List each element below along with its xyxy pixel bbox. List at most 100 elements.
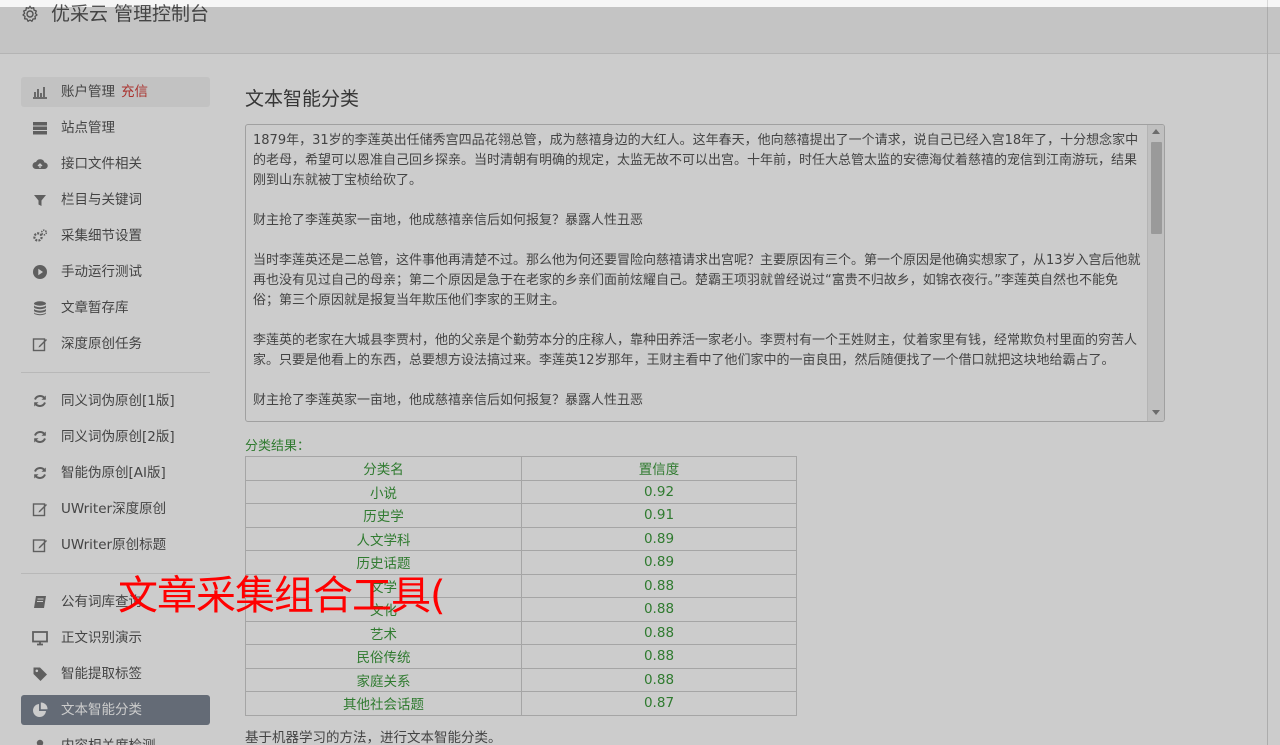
article-paragraph: 李莲英的老家在大城县李贾村，他的父亲是个勤劳本分的庄稼人，靠种田养活一家老小。李… — [253, 333, 1138, 368]
sidebar-item-label: 手动运行测试 — [61, 264, 142, 280]
category-cell: 其他社会话题 — [245, 691, 522, 716]
sidebar-item-deep-original[interactable]: 深度原创任务 — [21, 329, 210, 359]
sidebar-item-manual-run[interactable]: 手动运行测试 — [21, 257, 210, 287]
tag-icon — [33, 667, 47, 681]
bar-chart-icon — [33, 87, 47, 99]
category-cell: 历史学 — [245, 503, 522, 528]
refresh-icon — [34, 431, 46, 443]
gear-icon[interactable] — [20, 4, 40, 24]
sidebar-item-label: 智能伪原创[AI版] — [61, 465, 166, 481]
table-row: 历史学 0.91 — [245, 503, 797, 528]
sidebar-item-interface-files[interactable]: 接口文件相关 — [21, 149, 210, 179]
confidence-cell: 0.87 — [521, 691, 797, 716]
sidebar-item-uwriter-deep[interactable]: UWriter深度原创 — [21, 494, 210, 524]
sidebar-item-label: 站点管理 — [61, 120, 115, 136]
category-cell: 人文学科 — [245, 526, 522, 551]
app-header: 优采云 管理控制台 — [0, 0, 1280, 54]
app-title: 优采云 管理控制台 — [51, 3, 210, 25]
article-paragraph: 财主抢了李莲英家一亩地，他成慈禧亲信后如何报复？暴露人性丑恶 — [253, 213, 644, 228]
sidebar-item-synonym-v1[interactable]: 同义词伪原创[1版] — [21, 386, 210, 416]
sidebar-item-uwriter-title[interactable]: UWriter原创标题 — [21, 530, 210, 560]
category-cell: 民俗传统 — [245, 644, 522, 669]
cogs-icon — [33, 229, 48, 242]
sidebar-item-label: 正文识别演示 — [61, 630, 142, 646]
edit-icon — [32, 503, 47, 517]
watermark-text: 文章采集组合工具( — [118, 573, 446, 619]
sidebar-item-label: 账户管理 — [61, 84, 115, 100]
sidebar-item-text-classification[interactable]: 文本智能分类 — [21, 695, 210, 725]
sidebar-item-label: 同义词伪原创[2版] — [61, 429, 175, 445]
charge-badge[interactable]: 充信 — [121, 84, 148, 100]
confidence-cell: 0.88 — [521, 573, 797, 598]
article-paragraph: 财主抢了李莲英家一亩地，他成慈禧亲信后如何报复？暴露人性丑恶 — [253, 393, 644, 408]
sidebar-item-label: 文章暂存库 — [61, 300, 129, 316]
database-icon — [34, 301, 46, 316]
confidence-cell: 0.88 — [521, 644, 797, 669]
result-label: 分类结果： — [245, 439, 311, 454]
sidebar-item-label: 文本智能分类 — [61, 702, 142, 718]
edit-icon — [32, 338, 47, 352]
user-icon — [36, 739, 44, 745]
right-border-line — [1267, 0, 1268, 745]
book-icon — [34, 596, 46, 608]
confidence-cell: 0.89 — [521, 526, 797, 551]
filter-icon — [34, 195, 46, 206]
sidebar-item-synonym-v2[interactable]: 同义词伪原创[2版] — [21, 422, 210, 452]
pie-chart-icon — [33, 702, 48, 717]
sidebar-item-label: 智能提取标签 — [61, 666, 142, 682]
confidence-cell: 0.88 — [521, 620, 797, 645]
table-row: 家庭关系 0.88 — [245, 667, 797, 692]
sidebar-item-label: UWriter原创标题 — [61, 537, 167, 553]
footer-description: 基于机器学习的方法，进行文本智能分类。 — [245, 730, 502, 745]
sidebar-item-label: 同义词伪原创[1版] — [61, 393, 175, 409]
article-paragraph: 1879年，31岁的李莲英出任储秀宫四品花翎总管，成为慈禧身边的大红人。这年春天… — [253, 133, 1139, 188]
article-paragraph: 当时李莲英还是二总管，这件事他再清楚不过。那么他为何还要冒险向慈禧请求出宫呢？主… — [253, 253, 1141, 308]
page-title: 文本智能分类 — [245, 88, 360, 110]
table-header-row: 分类名 置信度 — [245, 456, 797, 481]
table-row: 小说 0.92 — [245, 479, 797, 504]
textarea-scrollbar[interactable] — [1147, 125, 1164, 421]
sidebar-item-collect-settings[interactable]: 采集细节设置 — [21, 221, 210, 251]
monitor-icon — [32, 631, 48, 646]
sidebar-item-article-storage[interactable]: 文章暂存库 — [21, 293, 210, 323]
article-textarea[interactable]: 1879年，31岁的李莲英出任储秀宫四品花翎总管，成为慈禧身边的大红人。这年春天… — [245, 124, 1165, 422]
category-cell: 小说 — [245, 479, 522, 504]
cloud-upload-icon — [32, 159, 48, 169]
sidebar-item-label: 栏目与关键词 — [61, 192, 142, 208]
confidence-cell: 0.91 — [521, 503, 797, 528]
refresh-icon — [34, 467, 46, 479]
sidebar-item-text-recognition[interactable]: 正文识别演示 — [21, 623, 210, 653]
sidebar-item-extract-tags[interactable]: 智能提取标签 — [21, 659, 210, 689]
sidebar-item-relevance-check[interactable]: 内容相关度检测 — [21, 731, 210, 745]
sidebar-item-ai-rewrite[interactable]: 智能伪原创[AI版] — [21, 458, 210, 488]
confidence-cell: 0.89 — [521, 550, 797, 575]
sidebar-item-label: 采集细节设置 — [61, 228, 142, 244]
scroll-up-arrow-icon[interactable] — [1152, 129, 1160, 134]
sidebar-item-label: 内容相关度检测 — [61, 731, 156, 745]
column-header-category: 分类名 — [245, 456, 522, 481]
play-circle-icon — [33, 265, 47, 279]
column-header-confidence: 置信度 — [521, 456, 797, 481]
sidebar-item-label: UWriter深度原创 — [61, 501, 167, 517]
category-cell: 家庭关系 — [245, 667, 522, 692]
page: 优采云 管理控制台 账户管理 充信 站点管理 接口文件相关 栏目与关键词 采集细节… — [0, 0, 1280, 745]
scroll-thumb[interactable] — [1151, 142, 1162, 234]
edit-icon — [32, 539, 47, 553]
table-row: 其他社会话题 0.87 — [245, 691, 797, 716]
sidebar-item-label: 深度原创任务 — [61, 336, 142, 352]
sidebar-item-columns-keywords[interactable]: 栏目与关键词 — [21, 185, 210, 215]
confidence-cell: 0.88 — [521, 667, 797, 692]
refresh-icon — [34, 395, 46, 407]
scroll-down-arrow-icon[interactable] — [1152, 410, 1160, 415]
table-row: 艺术 0.88 — [245, 620, 797, 645]
sidebar-item-label: 接口文件相关 — [61, 156, 142, 172]
article-text[interactable]: 1879年，31岁的李莲英出任储秀宫四品花翎总管，成为慈禧身边的大红人。这年春天… — [253, 131, 1143, 421]
sidebar-item-sites[interactable]: 站点管理 — [21, 113, 210, 143]
sidebar-divider — [21, 372, 210, 373]
confidence-cell: 0.92 — [521, 479, 797, 504]
table-row: 人文学科 0.89 — [245, 526, 797, 551]
category-cell: 艺术 — [245, 620, 522, 645]
sidebar-item-account[interactable]: 账户管理 充信 — [21, 77, 210, 107]
table-row: 民俗传统 0.88 — [245, 644, 797, 669]
server-icon — [33, 122, 47, 135]
